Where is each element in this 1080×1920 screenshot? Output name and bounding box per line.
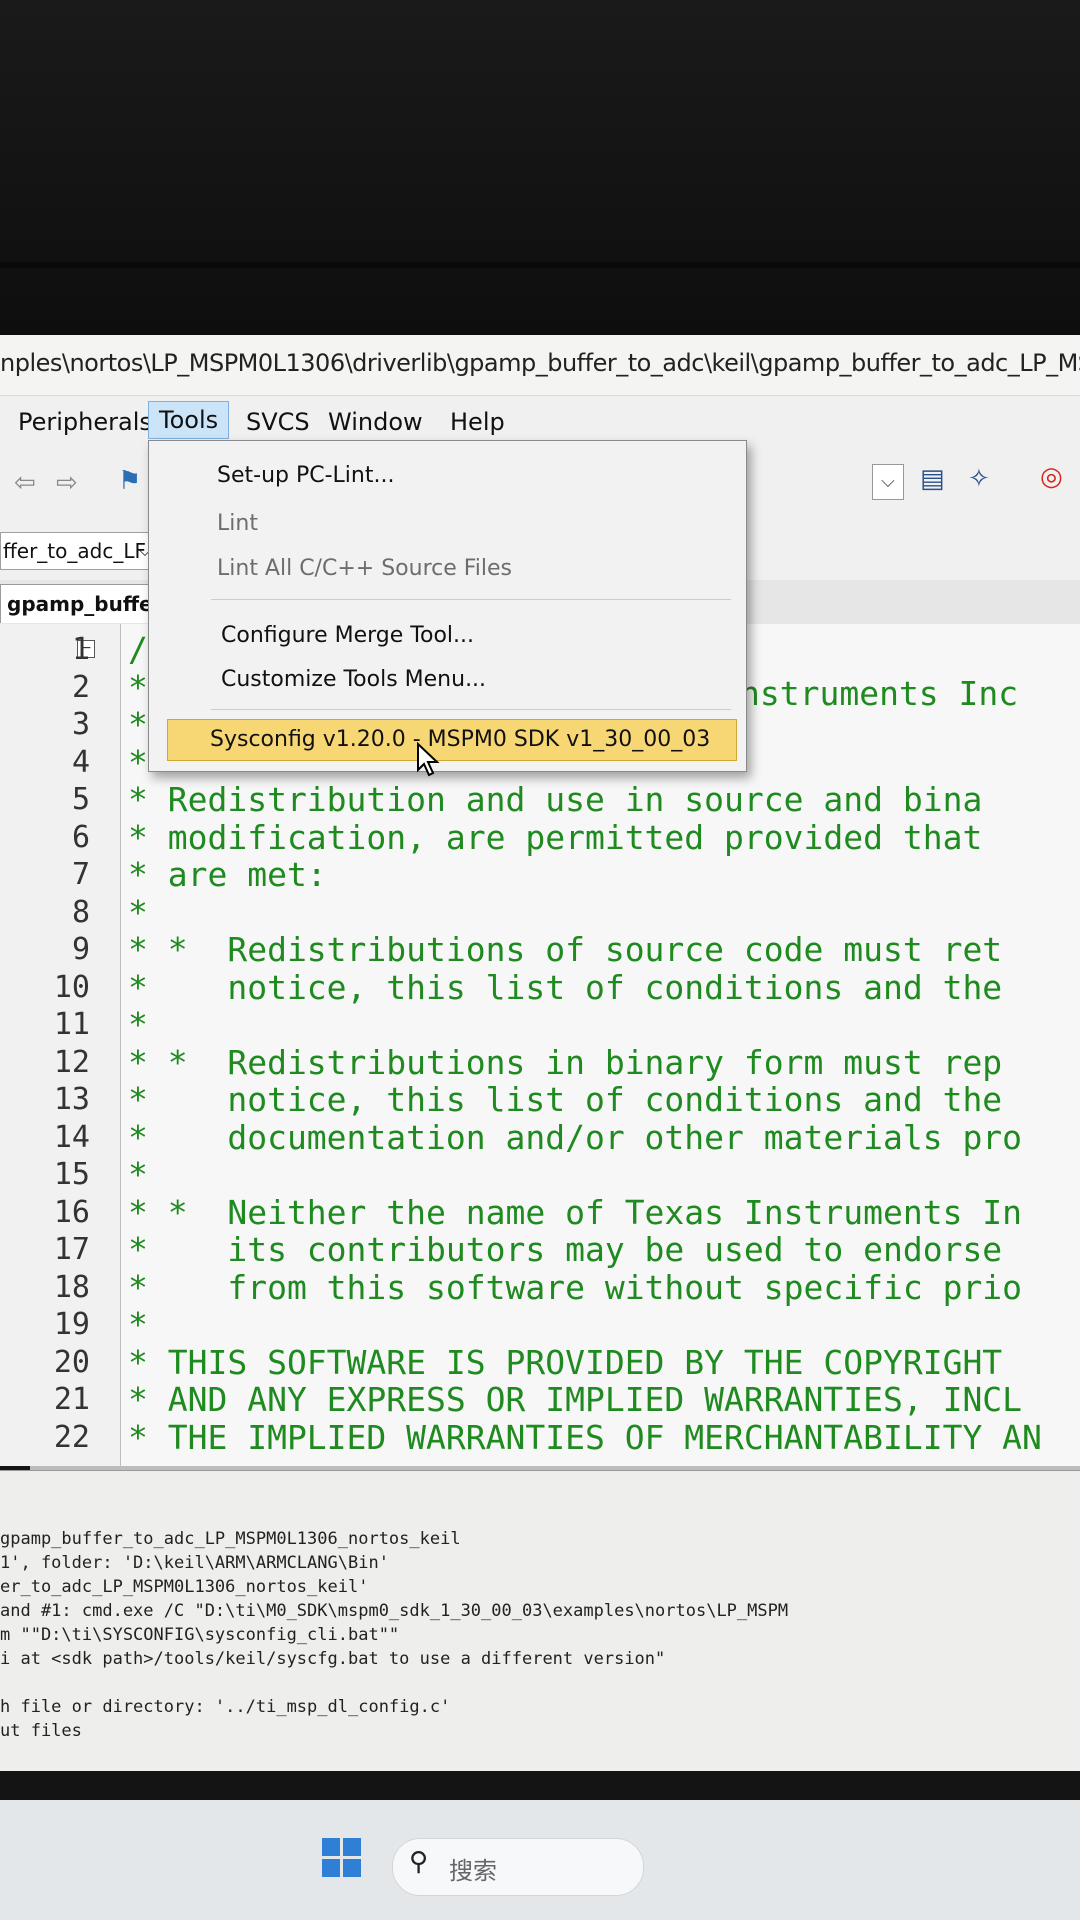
code-line: * from this software without specific pr… bbox=[128, 1267, 1023, 1307]
code-line: * bbox=[128, 1155, 148, 1194]
output-line: gpamp_buffer_to_adc_LP_MSPM0L1306_nortos… bbox=[0, 1529, 461, 1549]
code-line: * * Neither the name of Texas Instrument… bbox=[128, 1192, 1023, 1232]
menu-peripherals[interactable]: Peripherals bbox=[18, 408, 152, 436]
search-placeholder: 搜索 bbox=[449, 1857, 497, 1885]
line-number: 16 bbox=[53, 1194, 90, 1230]
line-number: 7 bbox=[71, 857, 90, 892]
line-number: 11 bbox=[53, 1007, 90, 1042]
tools-menu-dropdown: Set-up PC-Lint... Lint Lint All C/C++ So… bbox=[148, 440, 747, 772]
code-line: * AND ANY EXPRESS OR IMPLIED WARRANTIES,… bbox=[128, 1380, 1023, 1419]
menu-tools[interactable]: Tools bbox=[148, 401, 230, 439]
line-number: 6 bbox=[71, 819, 90, 855]
line-number: 22 bbox=[53, 1419, 90, 1455]
menu-svcs[interactable]: SVCS bbox=[246, 408, 310, 436]
output-line: and #1: cmd.exe /C "D:\ti\M0_SDK\mspm0_s… bbox=[0, 1601, 789, 1621]
mouse-cursor-icon bbox=[417, 742, 440, 777]
target-select[interactable]: ffer_to_adc_LF ⌵ bbox=[0, 532, 154, 570]
line-number: 19 bbox=[53, 1307, 90, 1342]
menu-item-customize-tools[interactable]: Customize Tools Menu... bbox=[221, 667, 486, 692]
line-number: 13 bbox=[53, 1082, 90, 1117]
monitor-bezel bbox=[0, 0, 1080, 335]
line-number: 20 bbox=[53, 1344, 90, 1380]
target-select-value: ffer_to_adc_LF bbox=[3, 539, 146, 563]
line-number: 4 bbox=[71, 744, 90, 780]
code-line: * modification, are permitted provided t… bbox=[128, 817, 983, 857]
search-icon: ⚲ bbox=[409, 1847, 429, 1877]
tab-gpamp-buffer[interactable]: gpamp_buffer_ bbox=[0, 584, 163, 623]
line-number: 5 bbox=[71, 782, 90, 817]
code-line: * Redistribution and use in source and b… bbox=[128, 780, 983, 819]
menu-item-configure-merge[interactable]: Configure Merge Tool... bbox=[221, 623, 474, 648]
code-line: * notice, this list of conditions and th… bbox=[128, 967, 1003, 1007]
output-line: i at <sdk path>/tools/keil/syscfg.bat to… bbox=[0, 1649, 666, 1669]
window-titlebar: nples\nortos\LP_MSPM0L1306\driverlib\gpa… bbox=[0, 335, 1080, 396]
line-number: 14 bbox=[53, 1119, 90, 1155]
line-number: 9 bbox=[71, 932, 90, 967]
back-arrow-icon[interactable]: ⇦ bbox=[14, 468, 36, 498]
config-document-icon[interactable]: ▤ bbox=[920, 464, 945, 494]
code-line: * its contributors may be used to endors… bbox=[128, 1230, 1003, 1269]
code-line: * bbox=[128, 1305, 148, 1344]
line-number: 8 bbox=[71, 894, 90, 930]
code-line: * bbox=[128, 892, 148, 932]
code-line: * * Redistributions in binary form must … bbox=[128, 1042, 1003, 1082]
chevron-down-icon[interactable]: ⌵ bbox=[872, 464, 904, 500]
menu-item-sysconfig[interactable]: Sysconfig v1.20.0 - MSPM0 SDK v1_30_00_0… bbox=[167, 719, 737, 761]
line-number: 21 bbox=[53, 1382, 90, 1417]
windows-start-icon[interactable] bbox=[322, 1838, 362, 1878]
code-line: * documentation and/or other materials p… bbox=[128, 1117, 1023, 1157]
forward-arrow-icon[interactable]: ⇨ bbox=[56, 468, 78, 498]
bezel-edge bbox=[0, 262, 1080, 268]
debug-start-icon[interactable]: ◎ bbox=[1040, 462, 1063, 492]
taskbar-search[interactable]: ⚲ 搜索 bbox=[392, 1838, 644, 1896]
menu-separator bbox=[211, 709, 731, 710]
code-line: * THIS SOFTWARE IS PROVIDED BY THE COPYR… bbox=[128, 1342, 1003, 1382]
menu-help[interactable]: Help bbox=[450, 408, 505, 436]
code-line: * * Redistributions of source code must … bbox=[128, 930, 1003, 969]
output-line: m ""D:\ti\SYSCONFIG\sysconfig_cli.bat"" bbox=[0, 1625, 400, 1645]
wand-tool-icon[interactable]: ✧ bbox=[968, 464, 990, 494]
menu-window[interactable]: Window bbox=[328, 408, 423, 436]
code-line: * are met: bbox=[128, 855, 327, 894]
code-line: * THE IMPLIED WARRANTIES OF MERCHANTABIL… bbox=[128, 1417, 1042, 1457]
menu-item-sysconfig-label: Sysconfig v1.20.0 - MSPM0 SDK v1_30_00_0… bbox=[210, 727, 711, 752]
code-line: * bbox=[128, 1005, 148, 1044]
code-line: * notice, this list of conditions and th… bbox=[128, 1080, 1003, 1119]
output-line: 1', folder: 'D:\keil\ARM\ARMCLANG\Bin' bbox=[0, 1553, 389, 1573]
build-output-pane: gpamp_buffer_to_adc_LP_MSPM0L1306_nortos… bbox=[0, 1470, 1080, 1771]
line-number: 3 bbox=[71, 707, 90, 742]
line-number: 1 bbox=[71, 632, 90, 667]
code-line-2-tail: nstruments Inc bbox=[740, 674, 1019, 713]
output-line: h file or directory: '../ti_msp_dl_confi… bbox=[0, 1697, 451, 1717]
line-number: 12 bbox=[53, 1044, 90, 1080]
line-number: 18 bbox=[53, 1269, 90, 1305]
output-line: ut files bbox=[0, 1721, 82, 1741]
line-number: 15 bbox=[53, 1157, 90, 1192]
menu-separator bbox=[211, 599, 731, 600]
line-number: 2 bbox=[71, 669, 90, 705]
output-line: er_to_adc_LP_MSPM0L1306_nortos_keil' bbox=[0, 1577, 369, 1597]
menu-item-lint[interactable]: Lint bbox=[217, 511, 258, 536]
line-number: 10 bbox=[53, 969, 90, 1005]
menu-item-lint-all[interactable]: Lint All C/C++ Source Files bbox=[217, 556, 512, 581]
menu-item-setup-pclint[interactable]: Set-up PC-Lint... bbox=[217, 463, 394, 488]
window-title: nples\nortos\LP_MSPM0L1306\driverlib\gpa… bbox=[0, 349, 1080, 377]
bookmark-flag-icon[interactable]: ⚑ bbox=[118, 466, 141, 496]
line-number: 17 bbox=[53, 1232, 90, 1267]
